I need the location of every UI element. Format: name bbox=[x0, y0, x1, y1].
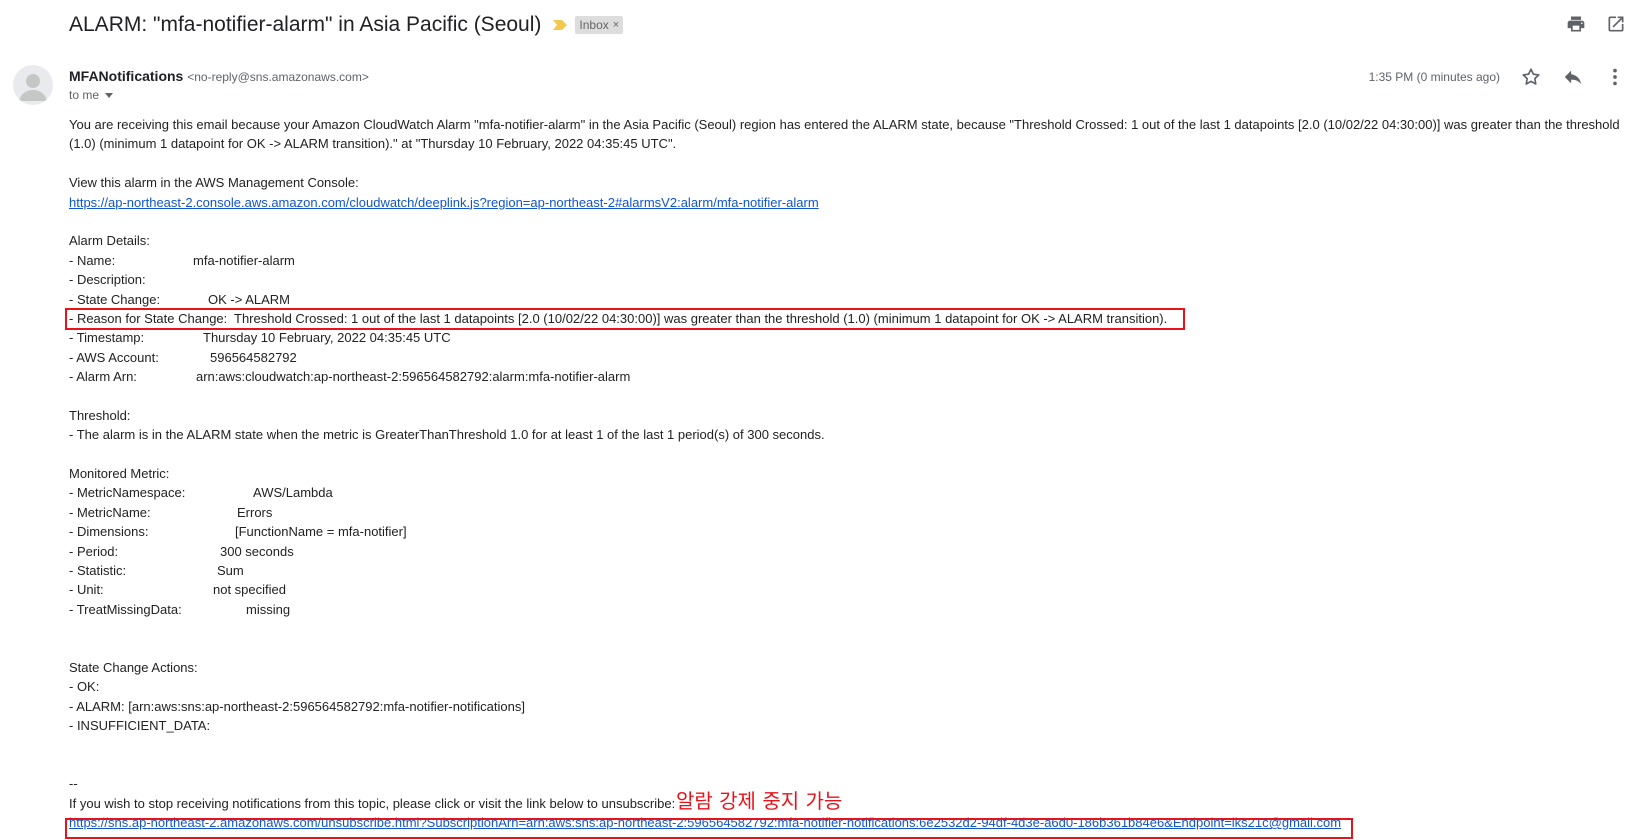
open-in-new-window-icon[interactable] bbox=[1606, 14, 1626, 34]
detail-value: 596564582792 bbox=[210, 349, 297, 365]
unsubscribe-text: If you wish to stop receiving notificati… bbox=[69, 795, 676, 811]
detail-row-alarm-arn: - Alarm Arn: arn:aws:cloudwatch:ap-northe… bbox=[69, 367, 1624, 386]
metric-row-dimensions: - Dimensions: [FunctionName = mfa-notifie… bbox=[69, 522, 1624, 541]
dropdown-caret-icon[interactable] bbox=[105, 92, 114, 98]
detail-label: - State Change: bbox=[69, 291, 161, 307]
metric-heading: Monitored Metric: bbox=[69, 466, 170, 482]
detail-label: - Name: bbox=[69, 252, 116, 268]
action-insufficient-data: - INSUFFICIENT_DATA: bbox=[69, 718, 211, 734]
reply-icon[interactable] bbox=[1562, 66, 1584, 88]
inbox-label-chip[interactable]: Inbox × bbox=[575, 16, 624, 34]
threshold-heading: Threshold: bbox=[69, 407, 131, 423]
reason-highlight-box bbox=[65, 308, 1185, 330]
message-timestamp: 1:35 PM (0 minutes ago) bbox=[1368, 70, 1500, 84]
signature-separator: -- bbox=[69, 776, 78, 792]
metric-value: Sum bbox=[217, 563, 244, 579]
metric-row-statistic: - Statistic: Sum bbox=[69, 561, 1624, 580]
subject-row: ALARM: "mfa-notifier-alarm" in Asia Paci… bbox=[69, 10, 624, 40]
console-link[interactable]: https://ap-northeast-2.console.aws.amazo… bbox=[69, 195, 819, 210]
metric-row-period: - Period: 300 seconds bbox=[69, 542, 1624, 561]
metric-row-unit: - Unit: not specified bbox=[69, 580, 1624, 599]
detail-row-name: - Name: mfa-notifier-alarm bbox=[69, 251, 1624, 270]
sender-row: MFANotifications <no-reply@sns.amazonaws… bbox=[69, 68, 369, 84]
recipient-label: to me bbox=[69, 88, 100, 102]
top-actions bbox=[1566, 14, 1626, 34]
metric-row-missing-data: - TreatMissingData: missing bbox=[69, 600, 1624, 619]
avatar-person-icon[interactable] bbox=[13, 65, 53, 105]
more-vertical-icon[interactable] bbox=[1604, 66, 1626, 88]
metric-value: 300 seconds bbox=[220, 543, 294, 559]
inbox-label-text: Inbox bbox=[579, 18, 609, 32]
metric-row-name: - MetricName: Errors bbox=[69, 503, 1624, 522]
intro-paragraph: You are receiving this email because you… bbox=[69, 117, 1620, 152]
message-actions: 1:35 PM (0 minutes ago) bbox=[1369, 66, 1626, 88]
action-ok: - OK: bbox=[69, 679, 100, 695]
star-icon[interactable] bbox=[1520, 66, 1542, 88]
email-body: You are receiving this email because you… bbox=[69, 115, 1624, 832]
sender-name[interactable]: MFANotifications bbox=[69, 68, 183, 84]
metric-label: - MetricName: bbox=[69, 504, 151, 520]
detail-label: - Description: bbox=[69, 272, 146, 288]
metric-row-namespace: - MetricNamespace: AWS/Lambda bbox=[69, 483, 1624, 502]
detail-row-description: - Description: bbox=[69, 270, 1624, 289]
action-alarm: - ALARM: [arn:aws:sns:ap-northeast-2:596… bbox=[69, 698, 525, 714]
annotation-note: 알람 강제 중지 가능 bbox=[676, 789, 843, 813]
console-link-label: View this alarm in the AWS Management Co… bbox=[69, 175, 359, 191]
unsubscribe-highlight-box bbox=[65, 818, 1353, 839]
metric-label: - Dimensions: bbox=[69, 524, 149, 540]
metric-label: - Period: bbox=[69, 543, 119, 559]
detail-label: - AWS Account: bbox=[69, 349, 159, 365]
detail-row-aws-account: - AWS Account: 596564582792 bbox=[69, 348, 1624, 367]
detail-value: mfa-notifier-alarm bbox=[193, 252, 295, 268]
metric-label: - Statistic: bbox=[69, 563, 127, 579]
detail-value: Thursday 10 February, 2022 04:35:45 UTC bbox=[203, 330, 451, 346]
threshold-text: - The alarm is in the ALARM state when t… bbox=[69, 427, 825, 443]
metric-value: Errors bbox=[237, 504, 273, 520]
email-subject: ALARM: "mfa-notifier-alarm" in Asia Paci… bbox=[69, 13, 542, 36]
sender-email: <no-reply@sns.amazonaws.com> bbox=[187, 70, 369, 84]
detail-row-timestamp: - Timestamp: Thursday 10 February, 2022 0… bbox=[69, 328, 1624, 347]
metric-value: missing bbox=[246, 601, 291, 617]
recipient-details-toggle[interactable]: to me bbox=[69, 88, 114, 102]
detail-label: - Timestamp: bbox=[69, 330, 145, 346]
importance-marker-icon[interactable] bbox=[553, 20, 568, 30]
detail-label: - Alarm Arn: bbox=[69, 369, 137, 385]
metric-label: - TreatMissingData: bbox=[69, 601, 182, 617]
metric-value: AWS/Lambda bbox=[253, 485, 333, 501]
metric-value: not specified bbox=[213, 582, 286, 598]
metric-label: - Unit: bbox=[69, 582, 104, 598]
alarm-details-heading: Alarm Details: bbox=[69, 233, 150, 249]
detail-row-state-change: - State Change: OK -> ALARM bbox=[69, 290, 1624, 309]
metric-value: [FunctionName = mfa-notifier] bbox=[235, 524, 407, 540]
detail-value: OK -> ALARM bbox=[208, 291, 290, 307]
detail-value: arn:aws:cloudwatch:ap-northeast-2:596564… bbox=[196, 369, 631, 385]
metric-label: - MetricNamespace: bbox=[69, 485, 186, 501]
print-icon[interactable] bbox=[1566, 14, 1586, 34]
remove-label-icon[interactable]: × bbox=[613, 19, 619, 31]
actions-heading: State Change Actions: bbox=[69, 659, 198, 675]
